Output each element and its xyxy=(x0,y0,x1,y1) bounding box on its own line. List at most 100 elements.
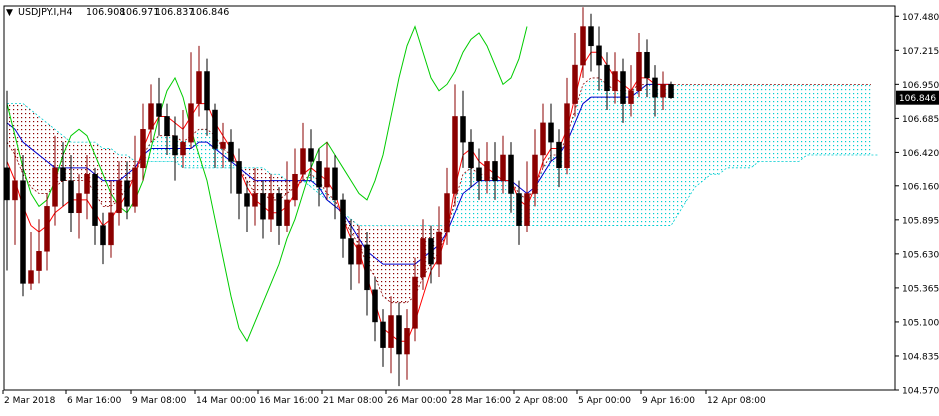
candle-body xyxy=(588,26,594,47)
candle-body xyxy=(420,238,426,278)
candle-body xyxy=(92,173,98,226)
candle-body xyxy=(332,167,338,201)
header-low: 106.837 xyxy=(155,7,194,18)
y-tick-label: 107.215 xyxy=(902,47,939,57)
candle-body xyxy=(612,71,618,92)
candle-body xyxy=(540,122,546,156)
kumo-bull-segment xyxy=(743,84,751,168)
candle xyxy=(668,81,674,99)
candle-body xyxy=(276,193,282,226)
candle-body xyxy=(484,161,490,181)
candle-body xyxy=(580,26,586,66)
candle-body xyxy=(644,51,650,79)
header-arrow-icon[interactable]: ▼ xyxy=(6,8,13,18)
candle-body xyxy=(508,154,514,194)
candle-body xyxy=(116,180,122,214)
kumo-bull-segment xyxy=(775,84,783,162)
candle-body xyxy=(148,103,154,130)
y-tick-label: 106.420 xyxy=(902,149,939,159)
candle-body xyxy=(20,180,26,284)
candle-body xyxy=(396,315,402,355)
kumo-bull-segment xyxy=(591,77,599,226)
kumo-bull-segment xyxy=(831,84,839,155)
y-tick-label: 106.950 xyxy=(902,81,939,91)
chart-root: 107.480 107.215 106.950 106.685 106.420 106.1… xyxy=(0,0,939,412)
y-tick-label: 105.630 xyxy=(902,250,939,260)
candle-body xyxy=(652,77,658,98)
kumo-bull-segment xyxy=(631,84,639,226)
candle-body xyxy=(620,71,626,104)
candle-body xyxy=(220,141,226,149)
candle-body xyxy=(372,289,378,323)
candle-body xyxy=(428,238,434,265)
kumo-bull-segment xyxy=(199,129,207,168)
kumo-bull-segment xyxy=(735,84,743,168)
kumo-bear-segment xyxy=(71,142,79,181)
candle-body xyxy=(660,84,666,98)
candle-body xyxy=(412,276,418,329)
candle-body xyxy=(388,315,394,348)
candle-body xyxy=(84,173,90,194)
candle-body xyxy=(236,161,242,194)
x-tick-label: 28 Mar 16:00 xyxy=(451,396,511,406)
kumo-bull-segment xyxy=(495,180,503,226)
kumo-bull-segment xyxy=(839,84,847,155)
candle-body xyxy=(28,270,34,284)
kumo-bull-segment xyxy=(703,84,711,181)
kumo-bull-segment xyxy=(759,84,767,162)
kumo-bull-segment xyxy=(599,77,607,226)
candle-body xyxy=(636,51,642,92)
kumo-bull-segment xyxy=(807,84,815,155)
y-tick-label: 105.100 xyxy=(902,318,939,328)
candle-body xyxy=(364,244,370,291)
candle-body xyxy=(140,129,146,169)
candle-body xyxy=(196,71,202,104)
candle-body xyxy=(348,238,354,265)
kumo-bull-segment xyxy=(615,90,623,226)
kumo-bull-segment xyxy=(783,84,791,162)
candle-body xyxy=(188,103,194,143)
candle-body xyxy=(164,116,170,136)
kumo-bull-segment xyxy=(823,84,831,155)
candle-body xyxy=(452,116,458,194)
candle-body xyxy=(244,193,250,207)
candle-body xyxy=(36,251,42,271)
kumo-bull-segment xyxy=(647,84,655,226)
kumo-bull-segment xyxy=(487,174,495,226)
y-tick-label: 105.365 xyxy=(902,284,939,294)
kumo-bull-segment xyxy=(671,84,679,226)
candle-body xyxy=(340,199,346,239)
candle-body xyxy=(556,141,562,169)
chart-svg[interactable]: 107.480 107.215 106.950 106.685 106.420 106.1… xyxy=(0,0,939,412)
header-high: 106.971 xyxy=(120,7,159,18)
candle-body xyxy=(268,193,274,220)
y-tick-label: 106.160 xyxy=(902,182,939,192)
candle-body xyxy=(68,180,74,214)
kumo-bull-segment xyxy=(607,84,615,226)
kumo-bull-segment xyxy=(751,84,759,168)
candle-body xyxy=(180,141,186,156)
kumo-bull-segment xyxy=(623,90,631,226)
price-axis: 107.480 107.215 106.950 106.685 106.420 106.1… xyxy=(895,13,939,397)
kumo-bull-segment xyxy=(847,84,855,155)
x-tick-label: 2 Mar 2018 xyxy=(4,396,56,406)
chart-header: ▼ USDJPY.I,H4 106.908 106.971 106.837 10… xyxy=(6,7,229,18)
candle-body xyxy=(604,64,610,92)
candle-body xyxy=(316,161,322,188)
candle-body xyxy=(156,103,162,117)
x-tick-label: 26 Mar 00:00 xyxy=(387,396,447,406)
current-price-tag: 106.846 xyxy=(896,90,939,105)
candle-body xyxy=(100,225,106,246)
kumo-bull-segment xyxy=(695,84,703,188)
candle-body xyxy=(548,122,554,143)
candle-body xyxy=(500,154,506,181)
header-close: 106.846 xyxy=(190,7,229,18)
candle-body xyxy=(252,193,258,207)
y-tick-label: 105.895 xyxy=(902,216,939,226)
kumo-bull-segment xyxy=(727,84,735,168)
kumo-bull-segment xyxy=(863,84,871,155)
kumo-bull-segment xyxy=(711,84,719,175)
kumo-bull-segment xyxy=(687,84,695,200)
y-tick-label: 107.480 xyxy=(902,13,939,23)
candle-body xyxy=(380,321,386,348)
